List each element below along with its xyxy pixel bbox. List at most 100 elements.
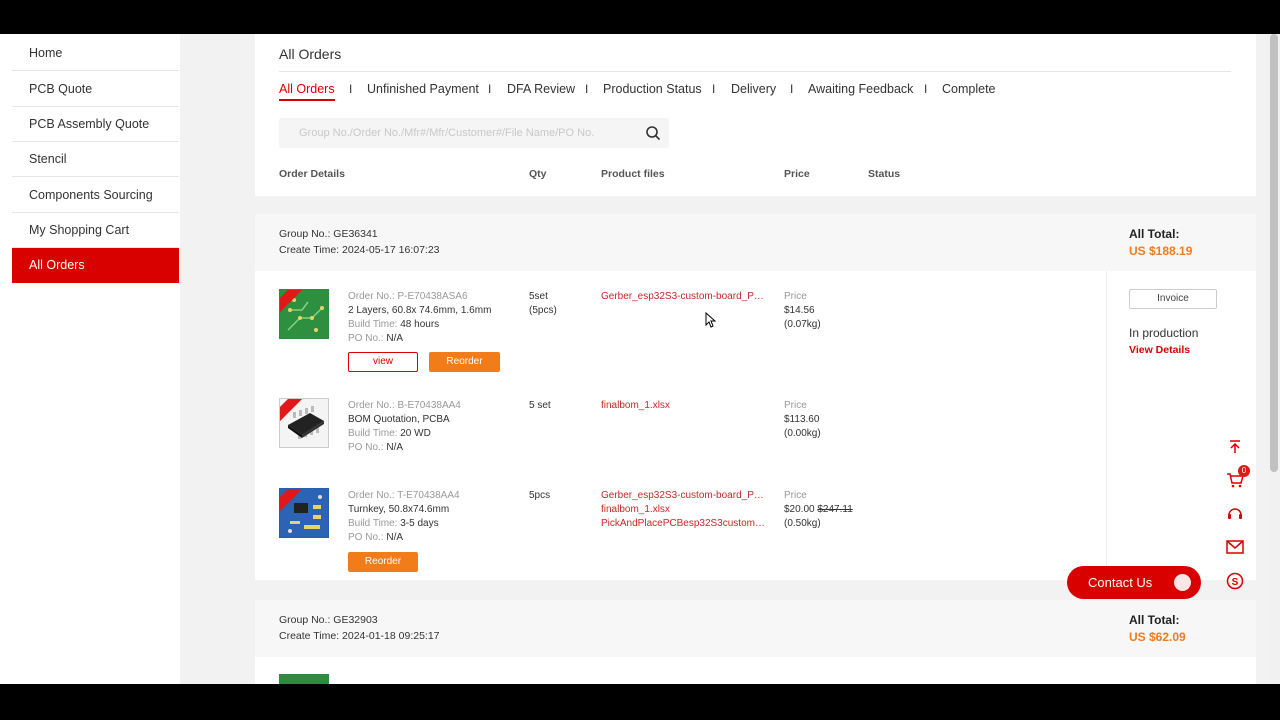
weight-value: (0.50kg) [784, 518, 821, 529]
cart-button[interactable]: 0 [1222, 465, 1250, 493]
column-header-product-files: Product files [601, 168, 665, 180]
view-details-link[interactable]: View Details [1129, 344, 1190, 356]
order-no-label: Order No.: [348, 490, 395, 501]
order-price: Price $14.56 (0.07kg) [784, 290, 821, 332]
order-thumbnail-pcb[interactable] [279, 674, 329, 684]
reorder-button[interactable]: Reorder [429, 352, 500, 372]
email-button[interactable] [1222, 534, 1248, 560]
skype-button[interactable]: S [1222, 568, 1248, 594]
build-time: 20 WD [400, 428, 431, 439]
order-thumbnail-ic[interactable] [279, 398, 329, 448]
order-thumbnail-pcb[interactable] [279, 289, 329, 339]
tab-separator: I [924, 82, 928, 96]
file-link[interactable]: finalbom_1.xlsx [601, 503, 769, 517]
sidebar-item-stencil[interactable]: Stencil [12, 142, 179, 177]
tab-awaiting-feedback[interactable]: Awaiting Feedback [808, 82, 913, 96]
order-qty: 5set (5pcs) [529, 290, 557, 318]
search-box [279, 118, 669, 148]
order-thumbnail-pcba[interactable] [279, 488, 329, 538]
po-label: PO No.: [348, 442, 384, 453]
orders-header-card [255, 34, 1256, 196]
scrollbar-thumb[interactable] [1270, 34, 1278, 472]
price-label: Price [784, 291, 807, 302]
column-header-status: Status [868, 168, 901, 180]
order-details: Order No.: T-E70438AA4 Turnkey, 50.8x74.… [348, 489, 460, 545]
reorder-button[interactable]: Reorder [348, 552, 418, 572]
sidebar-item-all-orders[interactable]: All Orders [12, 248, 179, 283]
sidebar-item-shopping-cart[interactable]: My Shopping Cart [12, 213, 179, 248]
po-label: PO No.: [348, 333, 384, 344]
tab-production-status[interactable]: Production Status [603, 82, 702, 96]
search-icon[interactable] [645, 125, 661, 141]
po-number: N/A [386, 442, 404, 453]
price-value: $20.00 [784, 504, 815, 515]
group-number: Group No.: GE32903 [279, 614, 378, 626]
po-number: N/A [386, 532, 404, 543]
build-time-label: Build Time: [348, 319, 398, 330]
sidebar-item-pcb-quote[interactable]: PCB Quote [12, 72, 179, 107]
po-label: PO No.: [348, 532, 384, 543]
contact-us-button[interactable]: Contact Us [1067, 566, 1201, 599]
back-to-top-button[interactable] [1222, 434, 1248, 460]
old-price-value: $247.11 [817, 504, 853, 515]
support-button[interactable] [1222, 501, 1248, 527]
tab-separator: I [585, 82, 589, 96]
group-number: Group No.: GE36341 [279, 228, 378, 240]
tab-separator: I [349, 82, 353, 96]
group-total: US $188.19 [1129, 244, 1193, 258]
group-total: US $62.09 [1129, 630, 1186, 644]
qty-value: 5set [529, 291, 548, 302]
order-spec: BOM Quotation, PCBA [348, 414, 450, 425]
qty-value: 5pcs [529, 490, 551, 501]
title-divider [279, 71, 1231, 72]
group-total-label: All Total: [1129, 613, 1180, 627]
order-price: Price $113.60 (0.00kg) [784, 399, 821, 441]
order-spec: Turnkey, 50.8x74.6mm [348, 504, 450, 515]
tab-delivery[interactable]: Delivery [731, 82, 776, 96]
search-input[interactable] [279, 118, 629, 148]
invoice-button[interactable]: Invoice [1129, 289, 1217, 309]
product-files: Gerber_esp32S3-custom-board_PC... [601, 290, 766, 304]
file-link[interactable]: Gerber_esp32S3-custom-board_PC... [601, 489, 769, 503]
order-no: T-E70438AA4 [397, 490, 460, 501]
order-qty: 5pcs [529, 489, 550, 503]
group-total-label: All Total: [1129, 227, 1180, 241]
svg-text:S: S [1232, 577, 1239, 588]
tab-separator: I [712, 82, 716, 96]
skype-icon: S [1226, 572, 1244, 590]
group-create-time: Create Time: 2024-01-18 09:25:17 [279, 630, 440, 642]
mouse-cursor-icon [705, 312, 717, 328]
order-details: Order No.: P-E70438ASA6 2 Layers, 60.8x … [348, 290, 491, 346]
contact-us-label: Contact Us [1088, 575, 1153, 590]
order-details: Order No.: B-E70438AA4 BOM Quotation, PC… [348, 399, 461, 455]
price-label: Price [784, 400, 807, 411]
sidebar-item-pcb-assembly-quote[interactable]: PCB Assembly Quote [12, 107, 179, 142]
file-link[interactable]: finalbom_1.xlsx [601, 399, 766, 413]
tab-dfa-review[interactable]: DFA Review [507, 82, 575, 96]
sidebar-item-components-sourcing[interactable]: Components Sourcing [12, 178, 179, 213]
tab-unfinished-payment[interactable]: Unfinished Payment [367, 82, 479, 96]
sidebar-item-home[interactable]: Home [12, 36, 179, 71]
product-files: Gerber_esp32S3-custom-board_PC... finalb… [601, 489, 769, 531]
price-value: $113.60 [784, 414, 820, 425]
tab-all-orders[interactable]: All Orders [279, 82, 335, 101]
order-qty: 5 set [529, 399, 551, 413]
viewport: Home PCB Quote PCB Assembly Quote Stenci… [0, 34, 1280, 684]
build-time: 48 hours [400, 319, 440, 330]
file-link[interactable]: PickAndPlacePCBesp32S3custombo... [601, 517, 769, 531]
weight-value: (0.07kg) [784, 319, 821, 330]
tab-complete[interactable]: Complete [942, 82, 996, 96]
weight-value: (0.00kg) [784, 428, 821, 439]
po-number: N/A [386, 333, 404, 344]
page-title: All Orders [279, 46, 342, 62]
group-header [255, 600, 1256, 657]
column-header-price: Price [784, 168, 810, 180]
price-label: Price [784, 490, 807, 501]
order-no-label: Order No.: [348, 291, 395, 302]
qty-pieces: (5pcs) [529, 305, 557, 316]
file-link[interactable]: Gerber_esp32S3-custom-board_PC... [601, 290, 766, 304]
mail-icon [1226, 540, 1244, 554]
status-column-divider [1106, 271, 1107, 580]
view-button[interactable]: view [348, 352, 418, 372]
page-scrollbar[interactable] [1268, 34, 1280, 684]
